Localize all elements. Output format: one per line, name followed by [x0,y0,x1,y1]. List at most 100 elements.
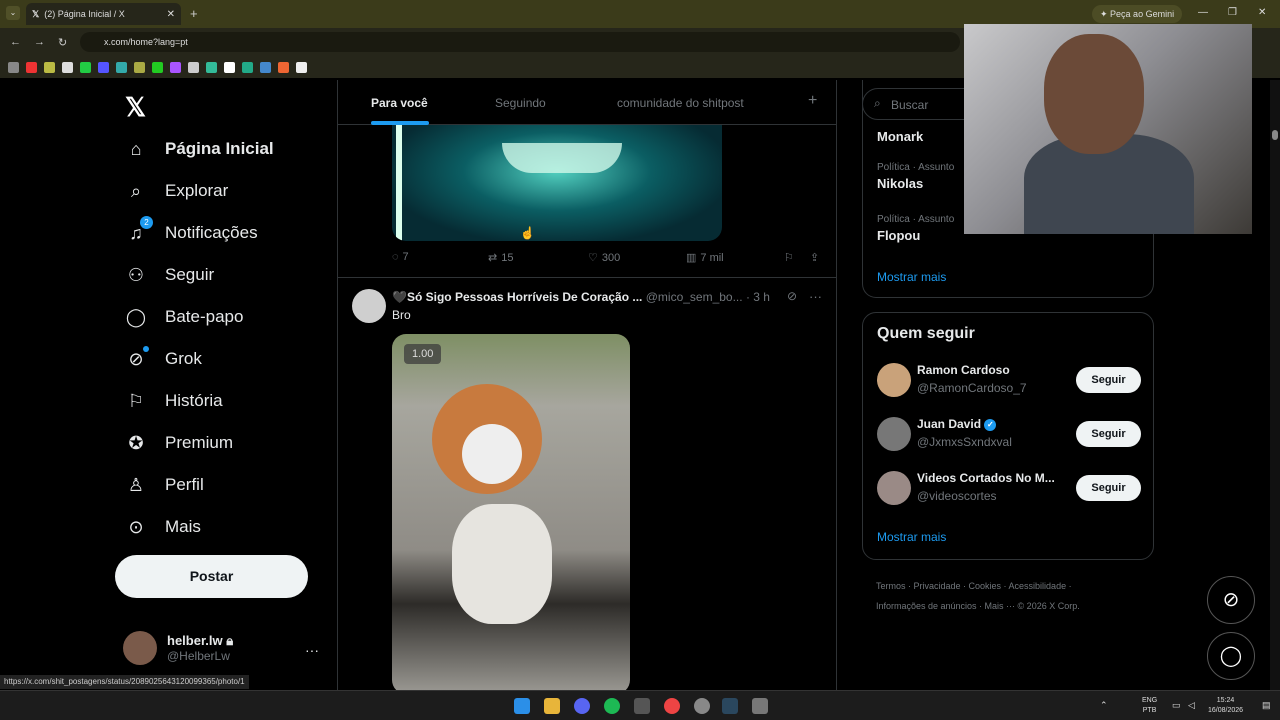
tab-search-button[interactable]: ⌄ [6,6,20,20]
tweet-more-button[interactable]: ··· [809,289,822,304]
messages-floating-button[interactable]: ◯ [1207,632,1255,680]
back-icon[interactable]: ← [10,36,21,48]
reload-icon[interactable]: ↻ [58,36,67,49]
bookmark-icon[interactable] [260,61,271,73]
bookmark-icon[interactable] [188,61,199,73]
close-window-icon[interactable]: ✕ [1258,7,1266,18]
maximize-icon[interactable]: ❐ [1228,7,1237,18]
bookmark-icon[interactable] [134,61,145,73]
follow-button[interactable]: Seguir [1076,421,1141,447]
tab-for-you[interactable]: Para você [371,96,428,110]
tweet-author-name[interactable]: 🖤Só Sigo Pessoas Horríveis De Coração ..… [392,290,642,304]
nav-chat[interactable]: ◯ Bate-papo [125,306,244,328]
volume-icon[interactable]: ◁ [1188,700,1195,710]
bookmark-icon[interactable] [44,61,55,73]
youtube-bookmark-icon[interactable] [26,61,37,73]
grok-icon: ⊘ [1222,589,1240,611]
scrollbar[interactable] [1270,80,1280,690]
gemini-button[interactable]: ✦ Peça ao Gemini [1092,5,1183,23]
steam-icon[interactable] [722,698,738,714]
bookmark-icon[interactable] [98,61,109,73]
tray-chevron-icon[interactable]: ⌃ [1100,700,1108,710]
bookmark-icon[interactable] [278,61,289,73]
follow-suggestion[interactable]: Juan David ✓ @JxmxsSxndxval Seguir [877,413,1142,453]
bookmark-icon[interactable] [62,61,73,73]
follow-button[interactable]: Seguir [1076,475,1141,501]
nav-more[interactable]: ⊙ Mais [125,516,200,538]
views-button[interactable]: ▥ 7 mil [686,251,724,265]
trend-item[interactable]: Política · Assunto Flopou [877,214,954,243]
nav-follow[interactable]: ⚇ Seguir [125,264,214,286]
reply-button[interactable]: ◌ 7 [392,251,409,263]
avatar[interactable] [877,471,911,505]
network-icon[interactable]: ▭ [1172,700,1181,710]
footer-line[interactable]: Termos · Privacidade · Cookies · Acessib… [876,576,1156,596]
clock[interactable]: 15:24 16/08/2026 [1208,696,1243,716]
nav-profile[interactable]: ♙ Perfil [125,474,204,496]
nav-notifications[interactable]: ♫ 2 Notificações [125,216,258,244]
bookmark-icon[interactable] [206,61,217,73]
account-more-button[interactable]: ··· [305,642,319,658]
tweet-media-image[interactable] [392,125,722,241]
grok-floating-button[interactable]: ⊘ [1207,576,1255,624]
grok-icon[interactable]: ⊘ [787,289,797,303]
windows-start-icon[interactable] [514,698,530,714]
post-button[interactable]: Postar [115,555,308,598]
audio-app-icon[interactable] [634,698,650,714]
chrome-icon[interactable] [664,698,680,714]
follow-suggestion[interactable]: Ramon Cardoso @RamonCardoso_7 Seguir [877,359,1142,399]
forward-icon[interactable]: → [34,36,45,48]
add-tab-button[interactable]: + [808,92,817,110]
new-tab-button[interactable]: + [190,6,198,21]
whatsapp-bookmark-icon[interactable] [80,61,91,73]
bookmark-icon[interactable] [116,61,127,73]
share-button[interactable]: ⇪ [810,251,819,264]
follow-button[interactable]: Seguir [1076,367,1141,393]
show-more-link[interactable]: Mostrar mais [877,270,946,284]
minimize-icon[interactable]: — [1198,7,1208,18]
x-logo-icon[interactable]: 𝕏 [125,92,146,123]
tab-close-button[interactable]: ✕ [167,9,175,20]
account-switcher[interactable]: helber.lw 🔒︎ @HelberLw [123,631,233,665]
spotify-icon[interactable] [604,698,620,714]
nav-grok[interactable]: ⊘ Grok [125,346,202,370]
avatar[interactable] [877,363,911,397]
apps-icon[interactable] [8,61,19,73]
bookmark-icon[interactable] [152,61,163,73]
nav-home[interactable]: ⌂ Página Inicial [125,138,274,160]
app-icon[interactable] [752,698,768,714]
like-button[interactable]: ♡ 300 [588,251,621,265]
bookmark-icon[interactable] [170,61,181,73]
bookmark-button[interactable]: ⚐ [784,251,794,264]
tab-community[interactable]: comunidade do shitpost [617,96,744,110]
nav-premium[interactable]: ✪ Premium [125,432,233,454]
trend-item[interactable]: Monark [877,126,923,144]
tweet-author-handle[interactable]: @mico_sem_bo... [646,290,743,304]
avatar[interactable] [877,417,911,451]
language-indicator[interactable]: ENG PTB [1142,696,1157,716]
like-count: 300 [601,251,621,264]
tweet-video[interactable]: 1.00 [392,334,630,690]
tweet-time[interactable]: · 3 h [746,290,770,304]
bookmark-icon[interactable] [242,61,253,73]
scrollbar-thumb[interactable] [1272,130,1278,140]
notification-center-icon[interactable]: ▤ [1262,700,1271,710]
file-explorer-icon[interactable] [544,698,560,714]
nav-history[interactable]: ⚐ História [125,390,223,412]
url-input[interactable]: x.com/home?lang=pt [80,32,960,52]
browser-tab[interactable]: 𝕏 (2) Página Inicial / X ✕ [26,3,181,25]
discord-icon[interactable] [574,698,590,714]
bookmark-icon[interactable] [296,61,307,73]
footer-line[interactable]: Informações de anúncios · Mais ··· © 202… [876,596,1156,616]
avatar[interactable] [352,289,386,323]
follow-suggestion[interactable]: Videos Cortados No M... @videoscortes Se… [877,467,1142,507]
trend-item[interactable]: Política · Assunto Nikolas [877,162,954,191]
app-icon[interactable] [694,698,710,714]
nav-explore[interactable]: ⌕ Explorar [125,180,228,202]
show-more-link[interactable]: Mostrar mais [877,530,946,544]
video-frame-detail [462,424,522,484]
retweet-button[interactable]: ⇄ 15 [488,251,513,265]
x-bookmark-icon[interactable] [224,61,235,73]
tab-following[interactable]: Seguindo [495,96,546,110]
playback-speed-badge[interactable]: 1.00 [404,344,442,364]
